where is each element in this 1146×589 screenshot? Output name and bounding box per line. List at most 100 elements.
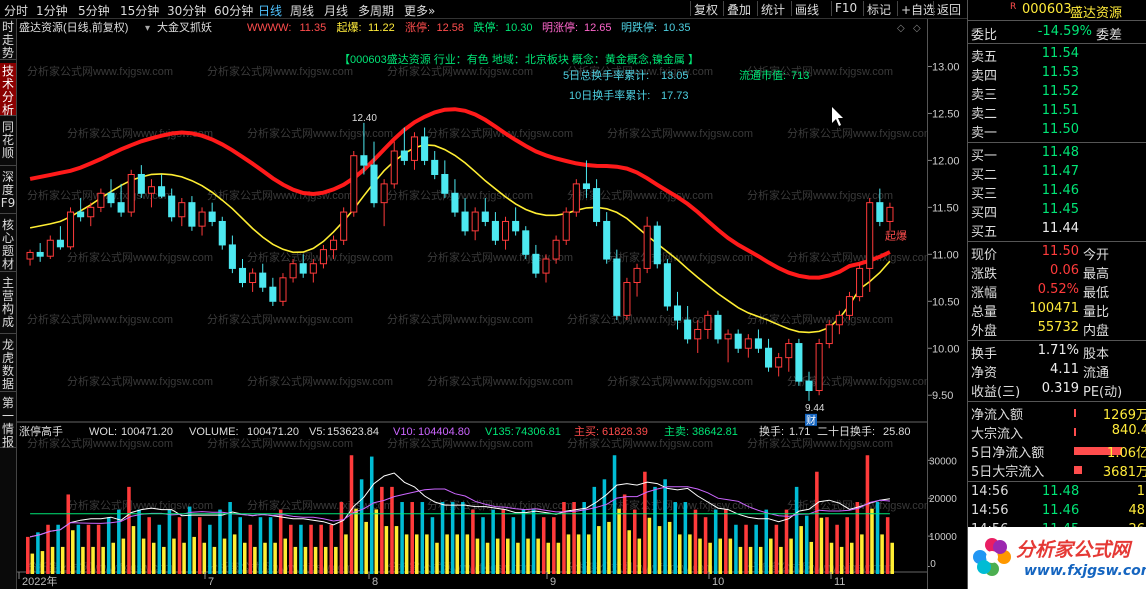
tab-5[interactable]: 60分钟 [214,2,253,19]
divider [968,43,1146,44]
side-tab-3[interactable]: 深度F9 [0,169,16,214]
stock-name: 盛达资源 [1070,6,1123,21]
watermark-text: 分析家公式网www.fxjgsw.com [67,374,213,388]
float-cap-label: 流通市值: [739,68,786,82]
stat-value: 100471 [1029,301,1079,316]
stock-info-line: 【000603盛达资源 行业：有色 地域：北京板块 概念：黄金概念,镍金属 】 [339,52,699,66]
side-tab-4[interactable]: 核心题材 [0,217,16,272]
tab-3[interactable]: 15分钟 [120,2,159,19]
watermark-text: 分析家公式网www.fxjgsw.com [247,126,393,140]
weibi-label: 委比 [971,28,998,43]
watermark-text: 分析家公式网www.fxjgsw.com [747,436,893,450]
buy-label: 买四 [971,206,998,221]
toolbar-button-7[interactable]: 返回 [933,1,964,17]
side-tab-5[interactable]: 主营构成 [0,275,16,334]
sell-price: 11.53 [1041,65,1079,80]
buy-label: 买二 [971,168,998,183]
volume-header-field: 主买: [574,425,599,438]
watermark-text: 分析家公式网www.fxjgsw.com [427,250,573,264]
volume-bar [663,479,672,574]
volume-header-field: 100471.20 [247,426,299,438]
period-toolbar: 分时 1分钟 5分钟 15分钟 30分钟 60分钟 日线 周线 月线 多周期 更多» 复权 叠加 统计 画线… [0,0,967,19]
tab-8[interactable]: 月线 [324,2,348,19]
side-tab-2[interactable]: 同花顺 [0,119,16,166]
header-field: 10.35 [663,22,691,34]
x-axis-label: 9 [550,576,556,588]
watermark-text: 分析家公式网www.fxjgsw.com [387,312,533,326]
chart-title: 盛达资源(日线,前复权) [19,20,128,34]
candle [815,338,823,396]
watermark-text: 分析家公式网www.fxjgsw.com [387,436,533,450]
buy-row: 买二 11.47 [968,164,1146,183]
volume-bar [369,456,379,574]
watermark-text: 分析家公式网www.fxjgsw.com [207,64,353,78]
volume-bar [541,517,551,574]
watermark-text: 分析家公式网www.fxjgsw.com [747,312,893,326]
tab-10[interactable]: 更多» [404,2,435,19]
stat-value: 0.06 [1050,263,1079,278]
tab-2[interactable]: 5分钟 [78,2,110,19]
toolbar-button-2[interactable]: 统计 [757,1,788,17]
tick-time: 14:56 [971,503,1009,518]
candle [107,179,115,208]
side-tab-7[interactable]: 第一情报 [0,395,16,449]
flow-row: 大宗流入 840.4 [968,423,1146,442]
candle [461,197,469,236]
side-tab-1[interactable]: 技术分析 [0,63,16,117]
toolbar-button-5[interactable]: 标记 [863,1,894,17]
candle [501,216,510,250]
x-axis-label: 8 [372,576,378,588]
volume-header-field: 38642.81 [692,426,738,438]
candle [137,165,145,198]
qibao-tag: 起爆 [885,229,907,243]
tab-4[interactable]: 30分钟 [167,2,206,19]
stat-row: 涨跌 0.06 最高 [968,263,1146,282]
buy-row: 买四 11.45 [968,202,1146,221]
side-tab-6[interactable]: 龙虎数据 [0,337,16,392]
candle [623,277,631,321]
tab-7[interactable]: 周线 [290,2,314,19]
candle [542,254,550,283]
tick-row: 14:56 11.48 1 [968,484,1146,502]
candle [734,329,742,353]
stat-label2: 内盘 [1083,324,1110,339]
stat2-row: 收益(三) 0.319 PE(动) [968,381,1146,400]
tab-1[interactable]: 1分钟 [36,2,68,19]
left-side-tabs: 时走势技术分析同花顺深度F9 核心题材主营构成龙虎数据第一情报 [0,19,17,589]
toolbar-button-6[interactable]: +自选 [897,1,938,17]
toolbar-button-3[interactable]: 画线 [791,1,822,17]
candle [593,179,601,227]
tab-0[interactable]: 分时 [4,2,28,19]
sell-label: 卖五 [971,50,998,65]
volume-bar [713,509,723,574]
flow-label: 5日净流入额 [971,446,1045,461]
toolbar-button-0[interactable]: 复权 [690,1,721,17]
candle [481,197,489,227]
volume-bar [197,517,207,574]
turnover10-label: 10日换手率累计: [569,88,650,102]
stat2-value: 0.319 [1041,381,1079,396]
side-tab-0[interactable]: 时走势 [0,19,16,60]
sell-row: 卖三 11.52 [968,84,1146,103]
toolbar-button-4[interactable]: F10 [831,1,860,16]
candle [238,259,247,288]
candle [26,249,34,266]
flow-value: 1269万 [1102,408,1146,423]
flow-value: 840.4 [1111,423,1146,438]
candle [754,329,762,353]
price-axis: 13.00 12.50 12.00 11.50 11.00 10.50 10.00 9.50 3… [927,19,960,589]
candle [451,179,459,217]
buy-price: 11.46 [1041,183,1079,198]
mouse-cursor-icon [832,107,843,126]
candle [370,141,378,208]
toolbar-button-1[interactable]: 叠加 [723,1,754,17]
candle [552,235,560,264]
candle [856,263,864,302]
tab-9[interactable]: 多周期 [358,2,394,19]
tick-price: 11.48 [1042,484,1080,499]
kline-chart[interactable]: 分析家公式网www.fxjgsw.com 分析家公式网www.fxjgsw.com… [17,19,927,589]
candle [512,207,520,236]
candle [653,221,661,269]
stat2-label: 净资 [971,366,998,381]
tab-6[interactable]: 日线 [258,2,282,19]
